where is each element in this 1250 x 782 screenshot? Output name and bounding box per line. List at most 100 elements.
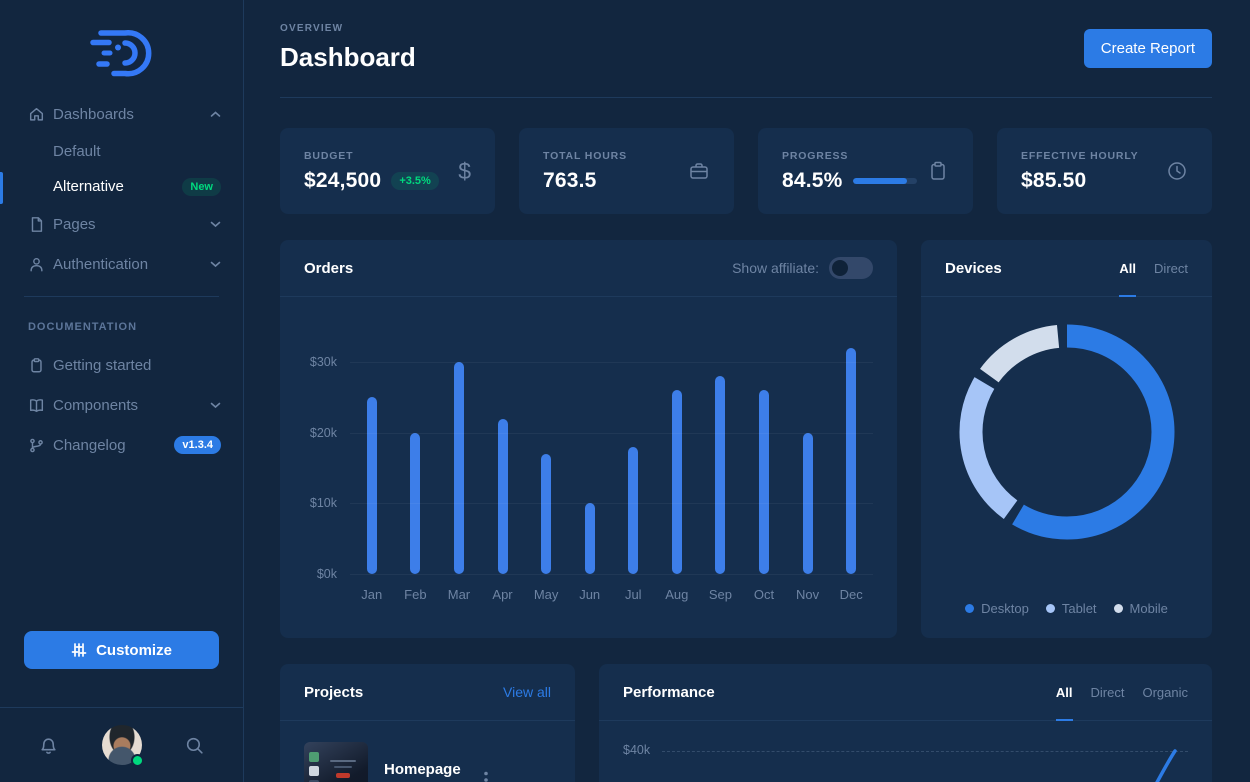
- performance-tab-direct[interactable]: Direct: [1091, 664, 1125, 720]
- project-list-item[interactable]: Homepage Redesign: [280, 721, 575, 782]
- search-icon[interactable]: [184, 735, 205, 756]
- page-pretitle: OVERVIEW: [280, 23, 416, 34]
- stat-label: BUDGET: [304, 150, 439, 162]
- bar-cell: [829, 348, 873, 574]
- sidebar-item-changelog[interactable]: Changelog v1.3.4: [0, 425, 243, 465]
- y-axis-tick: $0k: [280, 567, 337, 581]
- devices-tab-direct[interactable]: Direct: [1154, 240, 1188, 296]
- sidebar-item-dashboards[interactable]: Dashboards: [0, 94, 243, 134]
- dollar-icon: $: [458, 158, 471, 185]
- performance-title: Performance: [623, 684, 715, 701]
- order-bar-aug: [672, 390, 682, 574]
- sidebar-item-components[interactable]: Components: [0, 385, 243, 425]
- stat-card-progress: PROGRESS 84.5%: [758, 128, 973, 214]
- x-axis-label: Jun: [568, 587, 612, 602]
- order-bar-dec: [846, 348, 856, 574]
- briefcase-icon: [688, 160, 710, 182]
- x-axis-label: Dec: [829, 587, 873, 602]
- app-logo[interactable]: [0, 0, 243, 80]
- performance-tab-all[interactable]: All: [1056, 664, 1073, 720]
- orders-card: Orders Show affiliate: JanFebMarAprMayJu…: [280, 240, 897, 638]
- legend-item-desktop: Desktop: [965, 601, 1029, 616]
- stat-label: TOTAL HOURS: [543, 150, 627, 162]
- sidebar-item-pages[interactable]: Pages: [0, 204, 243, 244]
- sidebar-item-alternative[interactable]: Alternative New: [0, 169, 243, 204]
- y-axis-tick: $20k: [280, 426, 337, 440]
- online-status-dot: [131, 754, 144, 767]
- sidebar-nav: Dashboards Default Alternative New Pages: [0, 94, 243, 284]
- bar-cell: [655, 390, 699, 574]
- user-icon: [28, 255, 46, 273]
- performance-card: Performance All Direct Organic $40k: [599, 664, 1212, 782]
- x-axis-label: Sep: [699, 587, 743, 602]
- progress-bar: [853, 178, 917, 184]
- project-thumbnail: [304, 742, 368, 782]
- clipboard-icon: [927, 160, 949, 182]
- affiliate-toggle[interactable]: [829, 257, 873, 279]
- affiliate-toggle-label: Show affiliate:: [732, 260, 819, 276]
- order-bar-jul: [628, 447, 638, 574]
- stat-card-effective-hourly: EFFECTIVE HOURLY $85.50: [997, 128, 1212, 214]
- x-axis-label: Feb: [394, 587, 438, 602]
- x-axis-label: Aug: [655, 587, 699, 602]
- sidebar-item-getting-started[interactable]: Getting started: [0, 345, 243, 385]
- stat-card-budget: BUDGET $24,500 +3.5% $: [280, 128, 495, 214]
- bar-cell: [568, 503, 612, 574]
- legend-item-tablet: Tablet: [1046, 601, 1097, 616]
- chevron-down-icon: [210, 402, 221, 409]
- sidebar-item-label: Dashboards: [53, 106, 210, 123]
- y-axis-tick: $10k: [280, 496, 337, 510]
- order-bar-jan: [367, 397, 377, 574]
- sidebar-item-authentication[interactable]: Authentication: [0, 244, 243, 284]
- stat-label: PROGRESS: [782, 150, 917, 162]
- x-axis-label: Apr: [481, 587, 525, 602]
- performance-line-chart: $40k: [599, 721, 1212, 782]
- devices-tab-all[interactable]: All: [1119, 240, 1136, 296]
- x-axis-label: May: [524, 587, 568, 602]
- new-badge: New: [182, 178, 221, 196]
- toggle-knob: [832, 260, 848, 276]
- main-content: OVERVIEW Dashboard Create Report BUDGET …: [244, 0, 1250, 782]
- sidebar-item-default[interactable]: Default: [0, 134, 243, 169]
- order-bar-oct: [759, 390, 769, 574]
- gridline: [350, 362, 873, 363]
- order-bar-may: [541, 454, 551, 574]
- bell-icon[interactable]: [38, 735, 59, 756]
- stat-value: 763.5: [543, 169, 597, 193]
- project-title: Homepage Redesign: [384, 760, 484, 782]
- bottom-row: Projects View all Homepage Redesign: [280, 664, 1212, 782]
- create-report-button[interactable]: Create Report: [1084, 29, 1212, 68]
- customize-button[interactable]: Customize: [24, 631, 219, 669]
- home-icon: [28, 105, 46, 123]
- legend-dot: [965, 604, 974, 613]
- bars-container: [350, 297, 873, 574]
- projects-title: Projects: [304, 684, 363, 701]
- bar-cell: [350, 397, 394, 574]
- clock-icon: [1166, 160, 1188, 182]
- orders-bar-chart: JanFebMarAprMayJunJulAugSepOctNovDec $0k…: [280, 297, 897, 638]
- customize-button-label: Customize: [96, 642, 172, 659]
- order-bar-sep: [715, 376, 725, 574]
- change-badge: +3.5%: [391, 172, 439, 190]
- legend-dot: [1114, 604, 1123, 613]
- x-axis-label: Nov: [786, 587, 830, 602]
- x-axis-label: Jul: [611, 587, 655, 602]
- view-all-link[interactable]: View all: [503, 684, 551, 700]
- devices-card: Devices AllDirect DesktopTabletMobile: [921, 240, 1212, 638]
- devices-tabs: All Direct: [1119, 240, 1188, 296]
- bar-cell: [742, 390, 786, 574]
- chevron-up-icon: [210, 111, 221, 118]
- sidebar-docs-nav: Getting started Components Changelog v1.…: [0, 345, 243, 465]
- kebab-menu-icon[interactable]: [484, 771, 488, 782]
- sidebar: Dashboards Default Alternative New Pages: [0, 0, 244, 782]
- legend-dot: [1046, 604, 1055, 613]
- sliders-icon: [71, 642, 87, 658]
- gridline: [350, 433, 873, 434]
- y-axis-tick: $30k: [280, 355, 337, 369]
- projects-card: Projects View all Homepage Redesign: [280, 664, 575, 782]
- avatar[interactable]: [102, 725, 142, 765]
- performance-tab-organic[interactable]: Organic: [1142, 664, 1188, 720]
- x-axis-label: Jan: [350, 587, 394, 602]
- performance-line: [1152, 748, 1178, 782]
- y-axis-tick: $40k: [623, 743, 650, 757]
